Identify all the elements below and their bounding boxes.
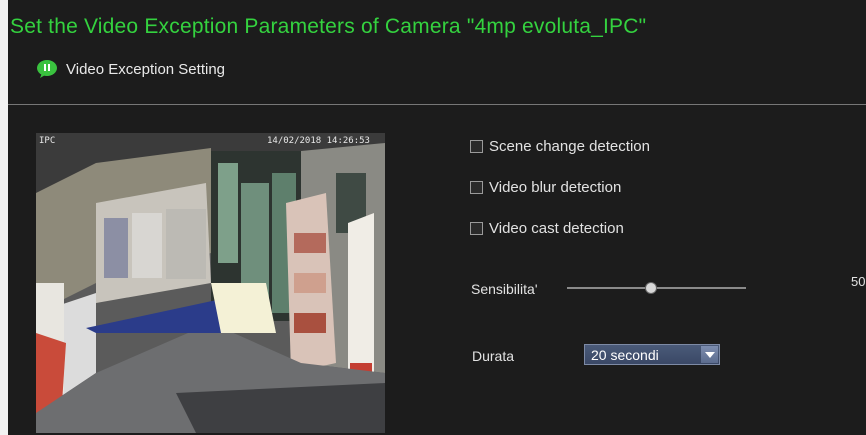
video-blur-checkbox[interactable] [470,181,483,194]
section-label: Video Exception Setting [66,60,226,78]
video-blur-option[interactable]: Video blur detection [470,179,621,196]
osd-camera-name: IPC [39,136,56,146]
duration-select[interactable]: 20 secondi [584,344,720,365]
window-left-edge [0,0,8,435]
sensitivity-label: Sensibilita' [471,281,538,297]
video-blur-label: Video blur detection [489,179,622,196]
sensitivity-value: 50 [851,274,866,289]
sensitivity-slider-thumb[interactable] [646,283,656,293]
section-header: Video Exception Setting [36,58,225,80]
video-cast-label: Video cast detection [489,220,624,237]
duration-select-value: 20 secondi [591,346,659,363]
camera-scene [36,133,385,433]
camera-preview: IPC 14/02/2018 14:26:53 [36,133,385,433]
divider [8,104,866,105]
video-cast-checkbox[interactable] [470,222,483,235]
duration-label: Durata [472,348,515,364]
scene-change-option[interactable]: Scene change detection [470,138,650,155]
speech-bubble-icon [36,59,58,79]
video-cast-option[interactable]: Video cast detection [470,220,624,237]
chevron-down-icon[interactable] [701,346,718,363]
scene-change-label: Scene change detection [489,138,650,155]
osd-timestamp: 14/02/2018 14:26:53 [267,136,370,146]
scene-change-checkbox[interactable] [470,140,483,153]
sensitivity-slider-track[interactable] [567,287,746,289]
page-title: Set the Video Exception Parameters of Ca… [10,15,647,38]
